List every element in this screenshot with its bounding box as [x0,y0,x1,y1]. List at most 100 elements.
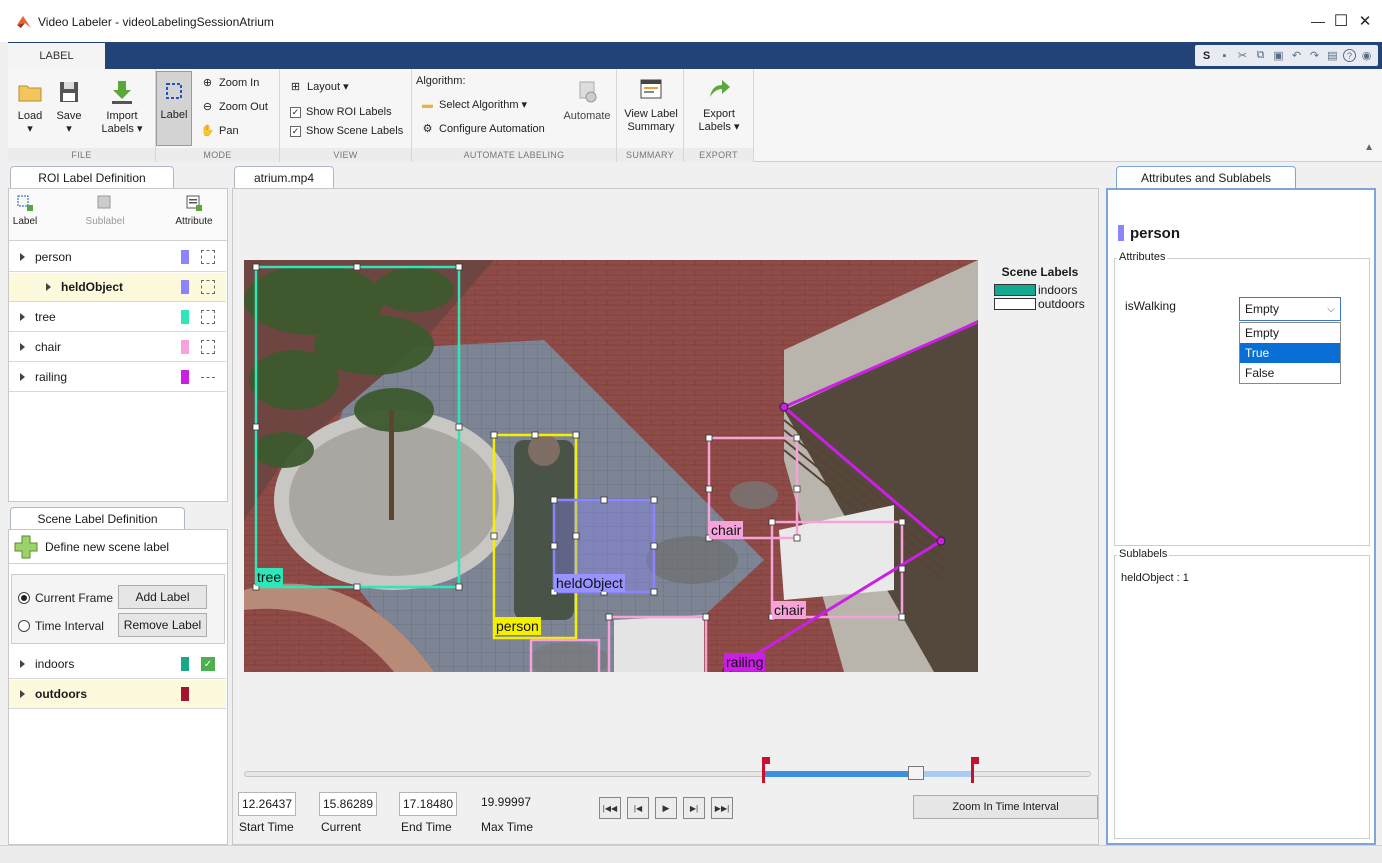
automate-button[interactable]: Automate [560,79,614,123]
next-frame-button[interactable]: ▶| [683,797,705,819]
expand-triangle-icon[interactable] [20,343,25,351]
cut-icon[interactable]: ✂ [1235,48,1250,63]
remove-label-button[interactable]: Remove Label [118,613,207,637]
play-button[interactable]: ▶ [655,797,677,819]
window-title: Video Labeler - videoLabelingSessionAtri… [38,15,274,29]
end-time-field[interactable]: 17.18480 [399,792,457,816]
help-icon[interactable]: ? [1343,49,1356,62]
previous-frame-button[interactable]: |◀ [627,797,649,819]
expand-triangle-icon[interactable] [20,660,25,668]
collapse-ribbon-icon[interactable]: ▲ [1364,142,1374,153]
export-labels-button[interactable]: Export Labels ▾ [690,77,748,134]
overlay-label-chair: chair [772,601,807,619]
view-label-summary-button[interactable]: View Label Summary [621,77,681,134]
save-button[interactable]: Save ▾ [54,79,84,136]
last-frame-button[interactable]: ▶▶| [711,797,733,819]
iswalking-dropdown[interactable]: Empty ⌵ [1239,297,1341,321]
skip-to-start-icon: |◀◀ [602,803,618,813]
paste-icon[interactable]: ▣ [1271,48,1286,63]
expand-triangle-icon[interactable] [20,373,25,381]
roi-label-name: tree [35,310,56,324]
copy-icon[interactable]: ⧉ [1253,48,1268,63]
load-button[interactable]: Load ▾ [15,79,45,136]
checked-checkbox-icon[interactable]: ✓ [201,657,215,671]
add-attribute-button[interactable]: Attribute [169,194,219,228]
expand-triangle-icon[interactable] [20,253,25,261]
layout-dropdown[interactable]: ⊞ Layout ▾ [288,79,349,94]
window-layout-icon[interactable]: ▤ [1325,48,1340,63]
label-color-swatch[interactable] [181,340,189,354]
end-time-flag[interactable] [970,757,979,783]
tab-scene-label-definition[interactable]: Scene Label Definition [10,507,185,530]
scene-legend-item: indoors [990,283,1090,297]
timeline-after-current [915,771,972,777]
define-scene-label-button[interactable]: Define new scene label [9,530,227,564]
roi-label-item-person[interactable]: person [9,243,226,272]
current-frame-radio[interactable]: Current Frame [18,591,113,605]
add-label-button[interactable]: Add Label [118,585,207,609]
pan-button[interactable]: ✋ Pan [200,123,239,138]
show-roi-labels-checkbox[interactable]: ✓ Show ROI Labels [290,106,392,118]
radio-empty-icon [18,620,30,632]
dropdown-option-false[interactable]: False [1240,363,1340,383]
zoom-in-icon: ⊕ [202,77,213,89]
time-interval-radio[interactable]: Time Interval [18,619,104,633]
label-color-swatch[interactable] [181,280,189,294]
label-color-swatch[interactable] [181,657,189,671]
legend-item-label: outdoors [1038,297,1085,311]
label-color-swatch[interactable] [181,687,189,701]
zoom-in-button[interactable]: ⊕ Zoom In [200,75,259,90]
undo-icon[interactable]: ↶ [1289,48,1304,63]
close-button[interactable]: ✕ [1342,6,1382,36]
configure-automation-button[interactable]: ⚙ Configure Automation [420,121,545,136]
start-time-flag[interactable] [762,757,771,783]
redo-icon[interactable]: ↷ [1307,48,1322,63]
expand-triangle-icon[interactable] [20,313,25,321]
rectangle-shape-icon [201,280,215,294]
tab-roi-label-definition[interactable]: ROI Label Definition [10,166,174,189]
video-panel: tree person heldObject chair chair raili… [232,188,1099,845]
label-color-swatch[interactable] [181,250,189,264]
folder-icon: ▬ [422,98,433,111]
roi-label-item-railing[interactable]: railing [9,363,226,392]
add-sublabel-button[interactable]: Sublabel [85,194,125,228]
start-time-field[interactable]: 12.26437 [238,792,296,816]
zoom-out-button[interactable]: ⊖ Zoom Out [200,99,268,114]
roi-label-item-heldobject[interactable]: heldObject [9,273,226,302]
add-label-button[interactable]: Label [11,194,39,228]
roi-label-item-chair[interactable]: chair [9,333,226,362]
roi-label-item-tree[interactable]: tree [9,303,226,332]
import-arrow-icon [112,81,132,104]
import-labels-button[interactable]: Import Labels ▾ [96,79,148,136]
automate-section-title: AUTOMATE LABELING [412,148,616,162]
mode-section-title: MODE [156,148,279,162]
label-color-swatch[interactable] [181,370,189,384]
sublabels-text: heldObject : 1 [1121,572,1189,584]
current-time-thumb[interactable] [907,766,924,780]
search-documentation-icon[interactable]: S [1199,48,1214,63]
options-chevron-icon[interactable]: ◉ [1359,48,1374,63]
current-time-field[interactable]: 15.86289 [319,792,377,816]
rectangle-shape-icon [201,310,215,324]
save-icon[interactable]: ▪ [1217,48,1232,63]
video-frame[interactable] [244,260,978,672]
label-color-swatch[interactable] [181,310,189,324]
tab-label[interactable]: LABEL [8,43,105,69]
label-mode-button[interactable]: Label [156,71,192,146]
expand-triangle-icon[interactable] [20,690,25,698]
scene-controls: Current Frame Time Interval Add Label Re… [11,574,225,644]
show-scene-labels-checkbox[interactable]: ✓ Show Scene Labels [290,125,403,137]
expand-triangle-icon[interactable] [46,283,51,291]
dropdown-option-true[interactable]: True [1240,343,1340,363]
select-algorithm-dropdown[interactable]: ▬ Select Algorithm ▾ [420,97,527,112]
automate-gear-icon [579,81,597,103]
dropdown-option-empty[interactable]: Empty [1240,323,1340,343]
scene-label-item-indoors[interactable]: indoors ✓ [9,650,226,679]
overlay-label-chair: chair [709,521,744,539]
tab-video-file[interactable]: atrium.mp4 [234,166,334,189]
toolstrip-tab-row: LABEL S ▪ ✂ ⧉ ▣ ↶ ↷ ▤ ? ◉ [8,42,1382,69]
tab-attributes-and-sublabels[interactable]: Attributes and Sublabels [1116,166,1296,189]
zoom-in-time-interval-button[interactable]: Zoom In Time Interval [913,795,1098,819]
first-frame-button[interactable]: |◀◀ [599,797,621,819]
scene-label-item-outdoors[interactable]: outdoors [9,680,226,709]
